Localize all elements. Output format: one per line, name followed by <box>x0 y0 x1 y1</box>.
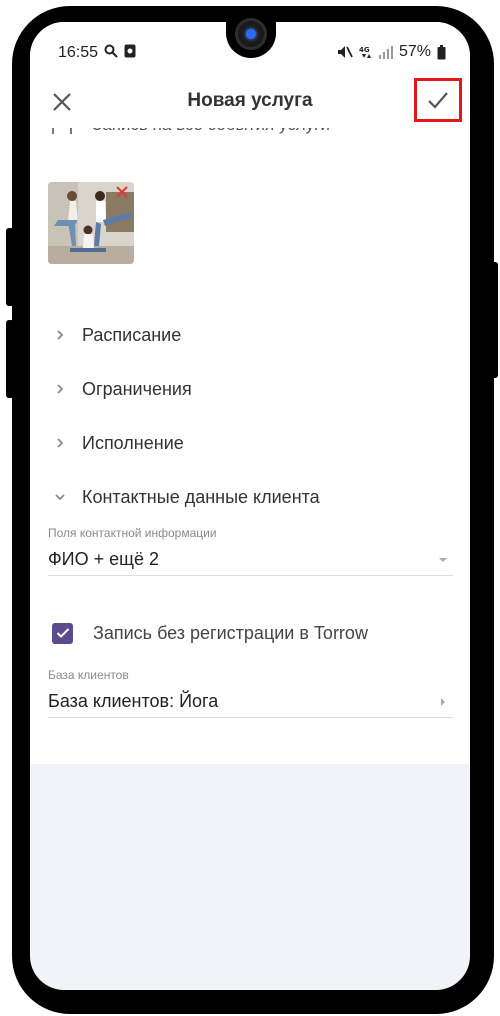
chevron-right-icon <box>57 384 64 394</box>
phone-mockup: 16:55 4G 57% Новая услуга Расписание Огр… <box>0 0 500 1016</box>
section-label: Расписание <box>82 324 182 345</box>
page-title: Новая услуга <box>187 90 313 111</box>
chevron-right-icon <box>57 330 64 340</box>
checkmark-icon <box>428 92 448 109</box>
remove-photo-icon[interactable] <box>114 184 130 200</box>
app-content: 16:55 4G 57% Новая услуга Расписание Огр… <box>30 22 470 764</box>
section-execution[interactable]: Исполнение <box>50 428 184 458</box>
no-registration-checkbox[interactable] <box>52 622 73 644</box>
section-label: Ограничения <box>82 378 192 399</box>
section-client-contacts[interactable]: Контактные данные клиента <box>50 482 320 512</box>
section-schedule[interactable]: Расписание <box>50 320 181 350</box>
client-base-value: База клиентов: Йога <box>48 691 219 711</box>
dropdown-arrow-icon <box>439 558 447 562</box>
status-time: 16:55 <box>58 44 99 61</box>
contact-fields-dropdown[interactable]: ФИО + ещё 2 <box>48 546 453 576</box>
save-button[interactable] <box>414 78 462 122</box>
no-registration-checkbox-row[interactable]: Запись без регистрации в Torrow <box>52 620 368 646</box>
svg-text:4G: 4G <box>359 46 370 54</box>
chevron-down-icon <box>55 494 65 501</box>
contact-fields-value: ФИО + ещё 2 <box>48 549 159 569</box>
section-label: Контактные данные клиента <box>82 486 320 507</box>
network-4g-icon: 4G <box>359 46 371 58</box>
app-bar: Новая услуга <box>30 78 470 128</box>
client-base-selector[interactable]: База клиентов: Йога <box>48 688 453 718</box>
battery-icon <box>437 44 446 59</box>
search-icon <box>104 44 118 58</box>
checkmark-icon <box>56 628 69 638</box>
signal-icon <box>378 46 393 59</box>
section-label: Исполнение <box>82 432 184 453</box>
client-base-caption: База клиентов <box>48 668 129 682</box>
chevron-right-icon <box>57 438 64 448</box>
contact-fields-select[interactable]: Поля контактной информации ФИО + ещё 2 <box>48 526 453 576</box>
phone-screen: 16:55 4G 57% Новая услуга Расписание Огр… <box>30 22 470 990</box>
no-registration-label: Запись без регистрации в Torrow <box>93 622 368 643</box>
mute-icon <box>337 46 353 58</box>
app-notification-icon <box>124 44 136 58</box>
battery-percent: 57% <box>398 43 431 60</box>
client-base-field[interactable]: База клиентов База клиентов: Йога <box>48 668 453 718</box>
section-restrictions[interactable]: Ограничения <box>50 374 192 404</box>
contact-fields-caption: Поля контактной информации <box>48 526 217 540</box>
chevron-right-icon <box>441 698 445 706</box>
